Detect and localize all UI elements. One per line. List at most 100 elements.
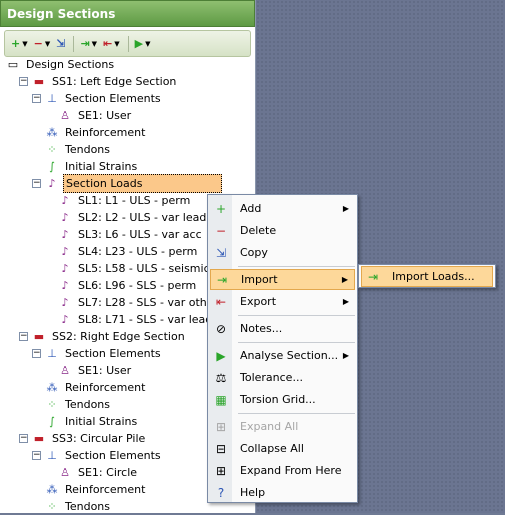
tree-node[interactable]: − ⊥ Section Elements [32,345,163,362]
export-button[interactable]: ⇤ ▼ [101,34,122,54]
menu-item-help[interactable]: ? Help [210,482,355,503]
tree-node-label: SE1: User [78,109,132,122]
menu-separator [238,413,355,414]
tree-node[interactable]: ⁘ Tendons [32,141,112,158]
menu-item-export[interactable]: ⇤ Export ▶ [210,291,355,312]
load-icon: ♪ [61,211,69,224]
tree-node[interactable]: ♪ SL5: L58 - ULS - seismic [45,260,212,277]
elements-icon: ⊥ [47,347,57,360]
elements-icon: ⊥ [47,449,57,462]
tree-node[interactable]: − ⊥ Section Elements [32,447,163,464]
menu-item-import-loads[interactable]: ⇥ Import Loads... [361,266,493,287]
menu-item-notes[interactable]: ⊘ Notes... [210,318,355,339]
section-icon: ▬ [33,432,45,445]
delete-button[interactable]: − ▼ [32,34,53,54]
menu-item-torsion-grid[interactable]: ▦ Torsion Grid... [210,389,355,410]
menu-item-add[interactable]: + Add ▶ [210,198,355,219]
tree-node-label: SE1: User [78,364,132,377]
notes-icon: ⊘ [215,321,227,336]
tree-node[interactable]: − ▬ SS2: Right Edge Section [19,328,187,345]
tree-node[interactable]: − ▬ SS3: Circular Pile [19,430,147,447]
tree-node[interactable]: ♙ SE1: Circle [45,464,139,481]
menu-item-label: Add [240,202,262,215]
load-icon: ♪ [61,262,69,275]
tree-node[interactable]: ♪ SL7: L28 - SLS - var other [45,294,220,311]
menu-item-expand-from-here[interactable]: ⊞ Expand From Here [210,460,355,481]
tree-node[interactable]: ⁂ Reinforcement [32,124,147,141]
menu-item-tolerance[interactable]: ⚖ Tolerance... [210,367,355,388]
submenu-arrow-icon: ▶ [342,297,349,306]
collapse-toggle-icon[interactable]: − [19,77,28,86]
menu-item-label: Expand From Here [240,464,342,477]
tree-node[interactable]: ♪ SL3: L6 - ULS - var acc [45,226,204,243]
menu-item-analyse-section[interactable]: ▶ Analyse Section... ▶ [210,345,355,366]
section-icon: ▬ [33,75,45,88]
tree-node[interactable]: ⁂ Reinforcement [32,481,147,498]
section-icon: ▬ [33,330,45,343]
tree-node[interactable]: ∫ Initial Strains [32,413,139,430]
load-icon: ♪ [61,279,69,292]
tree-node[interactable]: ⁂ Reinforcement [32,379,147,396]
tree-node[interactable]: ♙ SE1: User [45,107,133,124]
tendons-icon: ⁘ [47,398,57,411]
import-icon: ⇥ [216,272,228,287]
tree-node[interactable]: ⁘ Tendons [32,396,112,413]
menu-item-import[interactable]: ⇥ Import ▶ [210,269,355,290]
add-button[interactable]: + ▼ [9,34,30,54]
menu-item-delete[interactable]: − Delete [210,220,355,241]
collapse-toggle-icon[interactable]: − [32,94,41,103]
add-icon: + [215,201,227,216]
tree-node[interactable]: − ⊥ Section Elements [32,90,163,107]
copy-button[interactable]: ⇲ [54,34,67,54]
run-button[interactable]: ▶ ▼ [133,34,153,54]
dropdown-arrow-icon: ▼ [145,39,151,48]
tree-node[interactable]: ▭ Design Sections [6,56,116,73]
tree-node[interactable]: ♪ SL1: L1 - ULS - perm [45,192,192,209]
tree-node[interactable]: ♪ SL2: L2 - ULS - var lead [45,209,208,226]
tree-node-label: Section Loads [63,174,222,193]
menu-separator [238,266,355,267]
tree-node-label: SS2: Right Edge Section [52,330,185,343]
menu-item-label: Copy [240,246,268,259]
elements-icon: ⊥ [47,92,57,105]
toolbar: + ▼ − ▼ ⇲ ⇥ ▼ ⇤ ▼ ▶ ▼ [4,30,251,57]
delete-icon: − [33,37,43,50]
tree-node[interactable]: ⁘ Tendons [32,498,112,515]
expand-all-icon: ⊞ [215,419,227,434]
tree-node[interactable]: ♪ SL8: L71 - SLS - var lead [45,311,214,328]
user-icon: ♙ [60,466,70,479]
tree-node[interactable]: ♪ SL6: L96 - SLS - perm [45,277,198,294]
collapse-toggle-icon[interactable]: − [32,349,41,358]
collapse-toggle-icon[interactable]: − [32,451,41,460]
dropdown-arrow-icon: ▼ [91,39,98,48]
tree-node[interactable]: − ▬ SS1: Left Edge Section [19,73,178,90]
tree-node-label: Tendons [65,143,111,156]
menu-item-copy[interactable]: ⇲ Copy [210,242,355,263]
load-icon: ♪ [61,194,69,207]
menu-item-collapse-all[interactable]: ⊟ Collapse All [210,438,355,459]
tree-node[interactable]: − ♪ Section Loads [32,174,222,193]
menu-item-label: Help [240,486,266,499]
menu-item-label: Tolerance... [240,371,303,384]
collapse-toggle-icon[interactable]: − [19,332,28,341]
collapse-toggle-icon[interactable]: − [19,434,28,443]
tree-node[interactable]: ♙ SE1: User [45,362,133,379]
menu-item-label: Collapse All [240,442,304,455]
menu-item-label: Delete [240,224,277,237]
user-icon: ♙ [60,109,70,122]
tree-node-label: SL2: L2 - ULS - var lead [78,211,207,224]
dropdown-arrow-icon: ▼ [44,39,51,48]
collapse-toggle-icon[interactable]: − [32,179,41,188]
import-button[interactable]: ⇥ ▼ [78,34,99,54]
tree-node[interactable]: ∫ Initial Strains [32,158,139,175]
toolbar-separator [127,35,129,52]
tree-node-label: Reinforcement [65,126,146,139]
tendons-icon: ⁘ [47,143,57,156]
tree-node[interactable]: ♪ SL4: L23 - ULS - perm [45,243,199,260]
tree-node-label: Tendons [65,398,111,411]
tree-node-label: SL6: L96 - SLS - perm [78,279,197,292]
grid-icon: ▦ [215,392,227,407]
expand-from-here-icon: ⊞ [215,463,227,478]
tree-node-label: Reinforcement [65,381,146,394]
folder-icon: ▭ [7,58,19,71]
